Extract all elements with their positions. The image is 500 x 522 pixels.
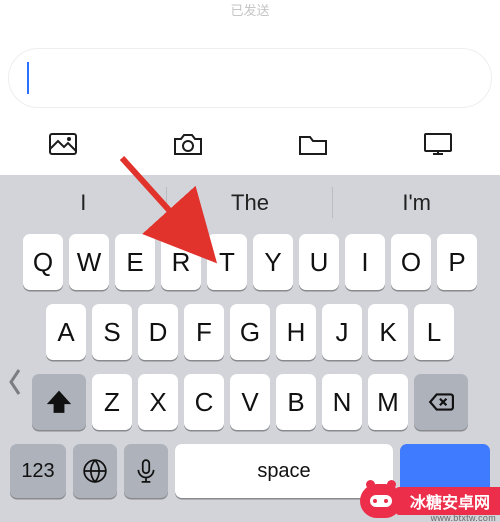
watermark-logo-icon <box>360 484 402 518</box>
suggestion-3[interactable]: I'm <box>333 175 500 230</box>
key-i[interactable]: I <box>345 234 385 290</box>
key-h[interactable]: H <box>276 304 316 360</box>
key-w[interactable]: W <box>69 234 109 290</box>
keyboard: I The I'm Q W E R T Y U I O P A S D F G … <box>0 175 500 522</box>
key-f[interactable]: F <box>184 304 224 360</box>
key-l[interactable]: L <box>414 304 454 360</box>
shift-key[interactable] <box>32 374 86 430</box>
watermark: 冰糖安卓网 www.btxtw.com <box>360 480 500 522</box>
key-b[interactable]: B <box>276 374 316 430</box>
key-r[interactable]: R <box>161 234 201 290</box>
message-input[interactable] <box>8 48 492 108</box>
key-a[interactable]: A <box>46 304 86 360</box>
key-row-2: A S D F G H J K L <box>4 304 496 360</box>
key-v[interactable]: V <box>230 374 270 430</box>
key-p[interactable]: P <box>437 234 477 290</box>
key-j[interactable]: J <box>322 304 362 360</box>
key-e[interactable]: E <box>115 234 155 290</box>
suggestion-2[interactable]: The <box>167 175 334 230</box>
chat-area: 已发送 <box>0 0 500 175</box>
key-y[interactable]: Y <box>253 234 293 290</box>
screen-icon[interactable] <box>424 133 452 160</box>
key-k[interactable]: K <box>368 304 408 360</box>
folder-icon[interactable] <box>299 133 327 160</box>
key-o[interactable]: O <box>391 234 431 290</box>
attachment-toolbar <box>0 122 500 170</box>
text-cursor <box>27 62 29 94</box>
key-z[interactable]: Z <box>92 374 132 430</box>
key-row-3: Z X C V B N M <box>4 374 496 430</box>
key-s[interactable]: S <box>92 304 132 360</box>
image-icon[interactable] <box>49 133 77 160</box>
key-c[interactable]: C <box>184 374 224 430</box>
suggestion-bar: I The I'm <box>0 175 500 230</box>
key-m[interactable]: M <box>368 374 408 430</box>
camera-icon[interactable] <box>174 133 202 160</box>
dictation-key[interactable] <box>124 444 168 498</box>
collapse-handle[interactable] <box>2 358 28 406</box>
globe-key[interactable] <box>73 444 117 498</box>
delivery-status: 已发送 <box>0 0 500 19</box>
watermark-url: www.btxtw.com <box>431 513 496 522</box>
numbers-key[interactable]: 123 <box>10 444 66 498</box>
key-u[interactable]: U <box>299 234 339 290</box>
key-d[interactable]: D <box>138 304 178 360</box>
watermark-text: 冰糖安卓网 <box>396 487 500 515</box>
key-q[interactable]: Q <box>23 234 63 290</box>
key-t[interactable]: T <box>207 234 247 290</box>
key-x[interactable]: X <box>138 374 178 430</box>
backspace-key[interactable] <box>414 374 468 430</box>
key-n[interactable]: N <box>322 374 362 430</box>
key-g[interactable]: G <box>230 304 270 360</box>
suggestion-1[interactable]: I <box>0 175 167 230</box>
key-row-1: Q W E R T Y U I O P <box>4 234 496 290</box>
